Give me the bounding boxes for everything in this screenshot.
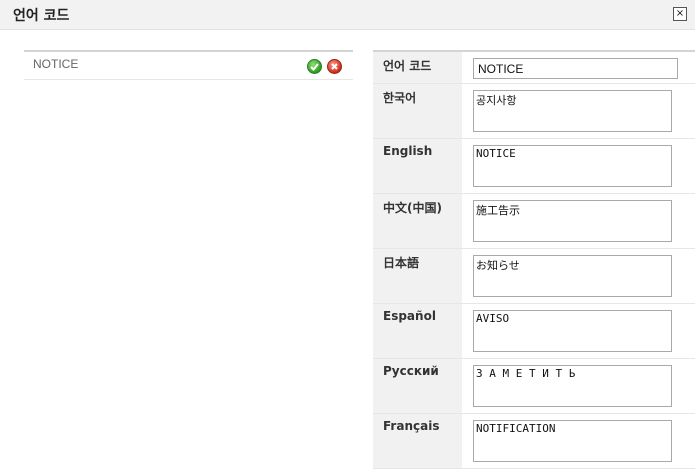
list-item-code: NOTICE: [33, 57, 79, 71]
russian-textarea[interactable]: З А М Е Т И Т Ь: [473, 365, 672, 407]
close-button[interactable]: ×: [673, 7, 687, 21]
label-chinese: 中文(中国): [373, 194, 462, 248]
form-row-es: Español AVISO: [373, 304, 695, 359]
language-form: 언어 코드 한국어 공지사항 English NOTICE 中文(中国) 施工告…: [373, 50, 695, 469]
japanese-textarea[interactable]: お知らせ: [473, 255, 672, 297]
form-row-ko: 한국어 공지사항: [373, 84, 695, 139]
label-spanish: Español: [373, 304, 462, 358]
label-english: English: [373, 139, 462, 193]
form-row-zh: 中文(中国) 施工告示: [373, 194, 695, 249]
code-list: NOTICE: [24, 50, 353, 80]
form-row-fr: Français NOTIFICATION: [373, 414, 695, 469]
form-row-ru: Русский З А М Е Т И Т Ь: [373, 359, 695, 414]
form-row-code: 언어 코드: [373, 52, 695, 84]
form-row-en: English NOTICE: [373, 139, 695, 194]
spanish-textarea[interactable]: AVISO: [473, 310, 672, 352]
delete-icon[interactable]: [327, 59, 342, 74]
dialog-titlebar: 언어 코드 ×: [0, 0, 695, 30]
french-textarea[interactable]: NOTIFICATION: [473, 420, 672, 462]
check-icon[interactable]: [307, 59, 322, 74]
korean-textarea[interactable]: 공지사항: [473, 90, 672, 132]
chinese-textarea[interactable]: 施工告示: [473, 200, 672, 242]
close-icon: ×: [675, 8, 685, 19]
dialog-title: 언어 코드: [13, 8, 70, 24]
label-french: Français: [373, 414, 462, 468]
code-label: 언어 코드: [373, 52, 462, 83]
code-input[interactable]: [473, 58, 678, 79]
label-korean: 한국어: [373, 84, 462, 138]
form-row-ja: 日本語 お知らせ: [373, 249, 695, 304]
english-textarea[interactable]: NOTICE: [473, 145, 672, 187]
label-japanese: 日本語: [373, 249, 462, 303]
label-russian: Русский: [373, 359, 462, 413]
list-item[interactable]: NOTICE: [24, 52, 353, 80]
